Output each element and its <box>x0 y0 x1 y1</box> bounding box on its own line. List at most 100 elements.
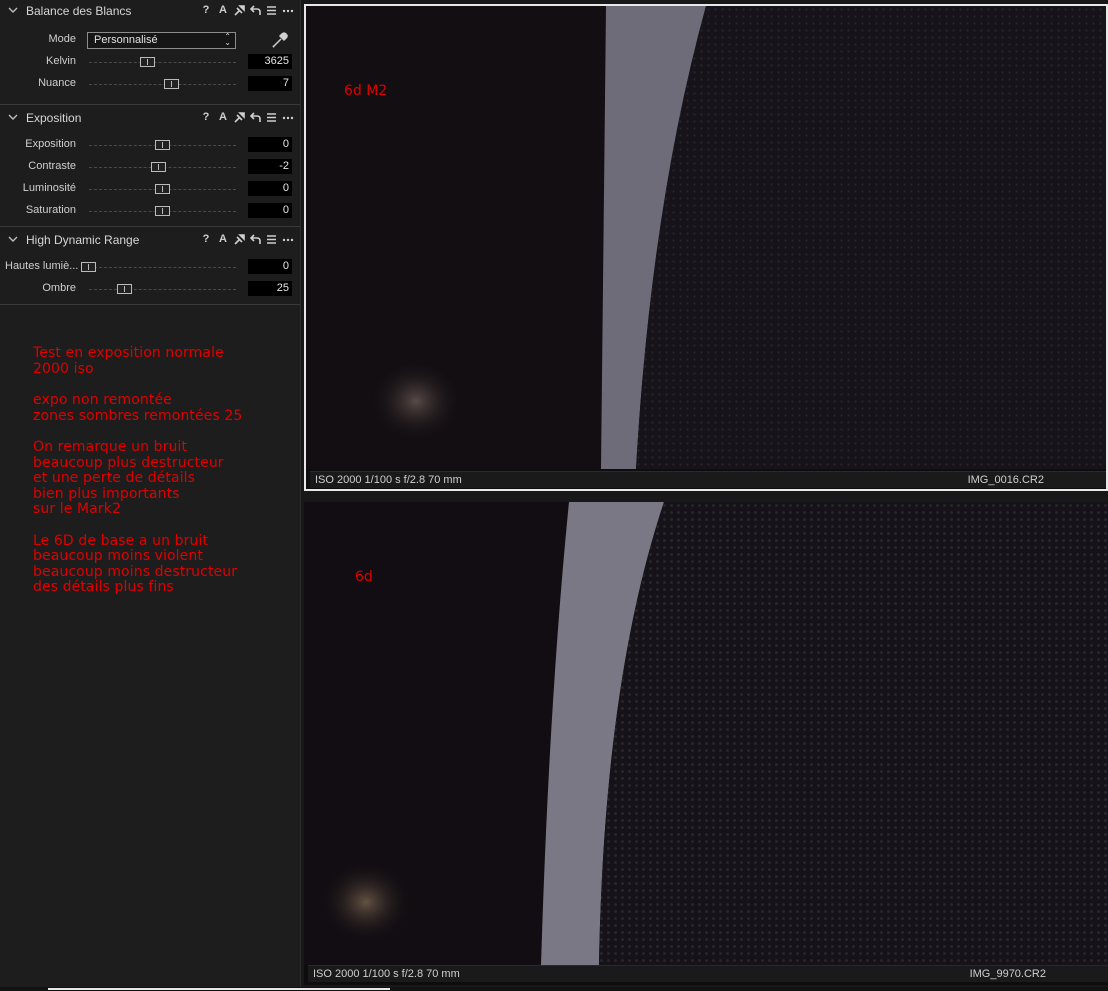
slider-knob[interactable] <box>117 284 132 294</box>
hautes-lumieres-row: Hautes lumiè... 0 <box>0 256 300 278</box>
nuance-value-field[interactable]: 7 <box>248 76 292 91</box>
hautes-lumieres-value-field[interactable]: 0 <box>248 259 292 274</box>
ombre-label: Ombre <box>42 282 76 294</box>
kelvin-slider[interactable] <box>89 57 236 67</box>
mode-select[interactable]: Personnalisé ⌃ ⌄ <box>87 32 236 49</box>
mode-value: Personnalisé <box>94 34 158 46</box>
reset-icon[interactable] <box>250 233 261 245</box>
reset-icon[interactable] <box>250 4 261 16</box>
help-icon[interactable]: ? <box>200 110 212 124</box>
note-line: bien plus importants <box>33 485 180 502</box>
annotation-notes: Test en exposition normale 2000 iso expo… <box>33 345 243 612</box>
hdr-header[interactable]: High Dynamic Range ? A <box>0 229 300 251</box>
bottom-scrollbar[interactable] <box>0 987 1108 991</box>
note-line: des détails plus fins <box>33 579 174 595</box>
note-paragraph: expo non remontée zones sombres remontée… <box>33 392 243 424</box>
copy-apply-icon[interactable] <box>234 111 245 123</box>
note-paragraph: Test en exposition normale 2000 iso <box>33 345 242 377</box>
file-name: IMG_9970.CR2 <box>969 968 1046 980</box>
note-paragraph: On remarque un bruit beaucoup plus destr… <box>33 439 242 518</box>
slider-knob[interactable] <box>81 262 96 272</box>
slider-knob[interactable] <box>155 140 170 150</box>
exposition-label: Exposition <box>25 138 76 150</box>
kelvin-row: Kelvin 3625 <box>0 51 300 73</box>
nuance-label: Nuance <box>38 77 76 89</box>
mode-row: Mode Personnalisé ⌃ ⌄ <box>0 29 300 51</box>
more-icon[interactable] <box>282 5 294 16</box>
tool-title: High Dynamic Range <box>26 233 140 247</box>
viewer-bottom[interactable]: 6d ISO 2000 1/100 s f/2.8 70 mm IMG_9970… <box>304 502 1108 985</box>
chevron-down-icon[interactable] <box>7 111 19 123</box>
auto-icon[interactable]: A <box>217 3 229 17</box>
kelvin-value-field[interactable]: 3625 <box>248 54 292 69</box>
contraste-row: Contraste -2 <box>0 156 300 178</box>
copy-apply-icon[interactable] <box>234 4 245 16</box>
exposure-header[interactable]: Exposition ? A <box>0 107 300 129</box>
contraste-label: Contraste <box>28 160 76 172</box>
note-line: et une perte de détails <box>33 470 196 486</box>
nuance-slider[interactable] <box>89 79 236 89</box>
photo-preview[interactable] <box>304 502 1108 965</box>
menu-icon[interactable] <box>266 234 277 245</box>
menu-icon[interactable] <box>266 112 277 123</box>
menu-icon[interactable] <box>266 5 277 16</box>
viewer-top-label: 6d M2 <box>344 83 388 99</box>
slider-knob[interactable] <box>155 184 170 194</box>
chevron-down-icon[interactable] <box>7 233 19 245</box>
note-line: 2000 iso <box>33 360 94 377</box>
contraste-value-field[interactable]: -2 <box>248 159 292 174</box>
exif-info: ISO 2000 1/100 s f/2.8 70 mm <box>313 968 460 980</box>
photo-preview[interactable] <box>306 6 1106 469</box>
luminosite-row: Luminosité 0 <box>0 178 300 200</box>
nuance-row: Nuance 7 <box>0 73 300 95</box>
saturation-slider[interactable] <box>89 206 236 216</box>
exposition-slider[interactable] <box>89 140 236 150</box>
slider-knob[interactable] <box>151 162 166 172</box>
copy-apply-icon[interactable] <box>234 233 245 245</box>
viewer-top[interactable]: 6d M2 ISO 2000 1/100 s f/2.8 70 mm IMG_0… <box>304 4 1108 491</box>
exif-info: ISO 2000 1/100 s f/2.8 70 mm <box>315 474 462 486</box>
tool-title: Balance des Blancs <box>26 4 132 18</box>
note-line: Le 6D de base a un bruit <box>33 532 209 549</box>
note-line: Test en exposition normale <box>33 345 224 361</box>
hautes-lumieres-label: Hautes lumiè... <box>5 260 79 272</box>
mode-label: Mode <box>48 33 76 45</box>
more-icon[interactable] <box>282 112 294 123</box>
tools-panel: Balance des Blancs ? A Mode Personnalisé… <box>0 0 301 991</box>
info-bar: ISO 2000 1/100 s f/2.8 70 mm IMG_0016.CR… <box>310 471 1106 488</box>
slider-knob[interactable] <box>155 206 170 216</box>
slider-knob[interactable] <box>140 57 155 67</box>
ombre-value-field[interactable]: 25 <box>248 281 292 296</box>
hautes-lumieres-slider[interactable] <box>81 262 236 272</box>
hdr-tool: High Dynamic Range ? A Hautes lumiè... 0… <box>0 229 300 305</box>
note-line: On remarque un bruit <box>33 439 188 455</box>
contraste-slider[interactable] <box>89 162 236 172</box>
chevron-down-icon[interactable] <box>7 4 19 16</box>
saturation-row: Saturation 0 <box>0 200 300 222</box>
help-icon[interactable]: ? <box>200 3 212 17</box>
white-balance-header[interactable]: Balance des Blancs ? A <box>0 0 300 22</box>
help-icon[interactable]: ? <box>200 232 212 246</box>
note-paragraph: Le 6D de base a un bruit beaucoup moins … <box>33 532 242 596</box>
note-line: beaucoup plus destructeur <box>33 454 224 471</box>
note-line: beaucoup moins violent <box>33 548 203 564</box>
auto-icon[interactable]: A <box>217 110 229 124</box>
scrollbar-thumb[interactable] <box>48 988 390 990</box>
saturation-label: Saturation <box>25 204 76 216</box>
auto-icon[interactable]: A <box>217 232 229 246</box>
ombre-slider[interactable] <box>89 284 236 294</box>
note-line: zones sombres remontées 25 <box>33 407 243 424</box>
note-line: beaucoup moins destructeur <box>33 563 238 580</box>
reset-icon[interactable] <box>250 111 261 123</box>
exposition-value-field[interactable]: 0 <box>248 137 292 152</box>
saturation-value-field[interactable]: 0 <box>248 203 292 218</box>
slider-knob[interactable] <box>164 79 179 89</box>
luminosite-value-field[interactable]: 0 <box>248 181 292 196</box>
more-icon[interactable] <box>282 234 294 245</box>
select-arrows-icon: ⌃ ⌄ <box>224 32 231 47</box>
white-balance-tool: Balance des Blancs ? A Mode Personnalisé… <box>0 0 300 105</box>
luminosite-slider[interactable] <box>89 184 236 194</box>
exposure-tool: Exposition ? A Exposition 0 Contraste -2… <box>0 107 300 227</box>
file-name: IMG_0016.CR2 <box>967 474 1044 486</box>
eyedropper-icon[interactable] <box>271 31 289 49</box>
